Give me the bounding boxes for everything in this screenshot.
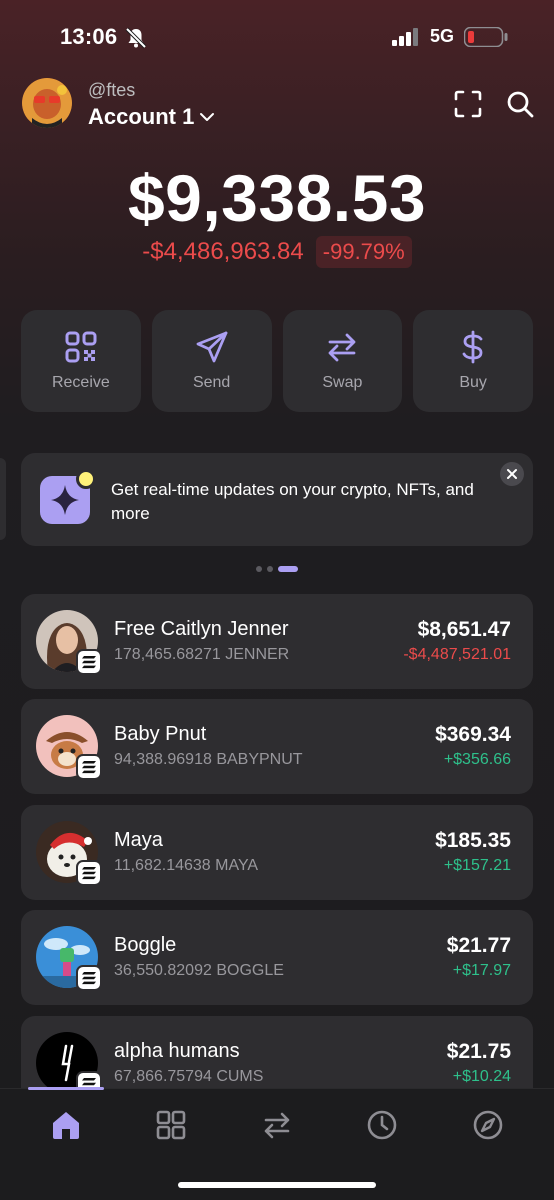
avatar-image [22,78,72,128]
qr-code-icon [65,331,97,363]
pager-dot[interactable] [267,566,273,572]
token-row-babypnut[interactable]: Baby Pnut 94,388.96918 BABYPNUT $369.34 … [21,699,533,794]
account-handle: @ftes [88,80,136,100]
swap-button[interactable]: Swap [282,310,403,412]
token-name: Maya [114,829,163,851]
token-value: $369.34 [435,723,511,746]
swap-label: Swap [322,374,363,391]
token-row-alpha-humans[interactable]: alpha humans 67,866.75794 CUMS $21.75 +$… [21,1016,533,1088]
chevron-down-icon [200,113,215,121]
solana-icon [76,860,102,886]
receive-label: Receive [51,374,110,391]
nav-active-indicator [28,1087,104,1090]
token-change: +$356.66 [443,751,511,768]
token-row-boggle[interactable]: Boggle 36,550.82092 BOGGLE $21.77 +$17.9… [21,910,533,1005]
token-value: $21.77 [446,934,511,957]
token-change: +$17.97 [452,962,511,979]
token-name: Free Caitlyn Jenner [114,618,289,640]
scan-icon[interactable] [452,88,484,120]
solana-icon [76,1071,102,1088]
account-switcher[interactable]: Account 1 [88,104,216,130]
account-name: Account 1 [88,104,195,129]
network-type: 5G [430,26,455,46]
token-change: +$157.21 [443,857,511,874]
banner-text: Get real-time updates on your crypto, NF… [111,480,474,523]
send-button[interactable]: Send [151,310,272,412]
banner-pager [256,566,298,572]
status-time: 13:06 [60,24,118,49]
grid-icon[interactable] [154,1108,188,1142]
total-balance: $9,338.53 [127,161,427,235]
token-name: alpha humans [114,1040,240,1062]
signal-icon [392,28,418,46]
swap-icon [328,333,356,362]
solana-icon [76,965,102,991]
compass-icon[interactable] [471,1108,505,1142]
pager-dot-active[interactable] [278,566,298,572]
token-name: Boggle [114,934,177,956]
search-icon[interactable] [504,88,536,120]
send-label: Send [192,374,231,391]
token-value: $185.35 [435,829,511,852]
token-change: -$4,487,521.01 [403,646,511,663]
token-name: Baby Pnut [114,723,207,745]
action-buttons: Receive Send Swap Buy [21,310,533,412]
token-amount: 178,465.68271 JENNER [114,646,290,663]
home-indicator[interactable] [178,1182,376,1188]
battery-icon [464,27,508,47]
buy-label: Buy [459,374,487,391]
balance-change: -$4,486,963.84 -99.79% [0,236,554,268]
pager-dot[interactable] [256,566,262,572]
balance-change-amount: -$4,486,963.84 [142,238,304,265]
home-icon[interactable] [49,1108,83,1142]
bell-off-icon [125,27,147,49]
solana-icon [76,649,102,675]
token-change: +$10.24 [452,1068,511,1085]
token-value: $21.75 [446,1040,511,1063]
token-amount: 94,388.96918 BABYPNUT [114,751,303,768]
clock-icon[interactable] [365,1108,399,1142]
receive-button[interactable]: Receive [21,310,141,412]
buy-button[interactable]: Buy [413,310,533,412]
balance-change-percent: -99.79% [315,236,412,268]
token-row-maya[interactable]: Maya 11,682.14638 MAYA $185.35 +$157.21 [21,805,533,900]
token-amount: 67,866.75794 CUMS [114,1068,264,1085]
close-icon [507,469,517,479]
send-icon [196,331,228,363]
token-amount: 11,682.14638 MAYA [114,857,259,874]
notification-dot-icon [76,469,96,489]
token-amount: 36,550.82092 BOGGLE [114,962,284,979]
token-value: $8,651.47 [417,618,511,641]
account-avatar[interactable] [22,78,72,128]
dollar-icon [462,330,483,364]
solana-icon [76,754,102,780]
token-row-jenner[interactable]: Free Caitlyn Jenner 178,465.68271 JENNER… [21,594,533,689]
swap-icon[interactable] [260,1108,294,1142]
banner-close-button[interactable] [500,462,524,486]
previous-banner-peek[interactable] [0,458,6,540]
